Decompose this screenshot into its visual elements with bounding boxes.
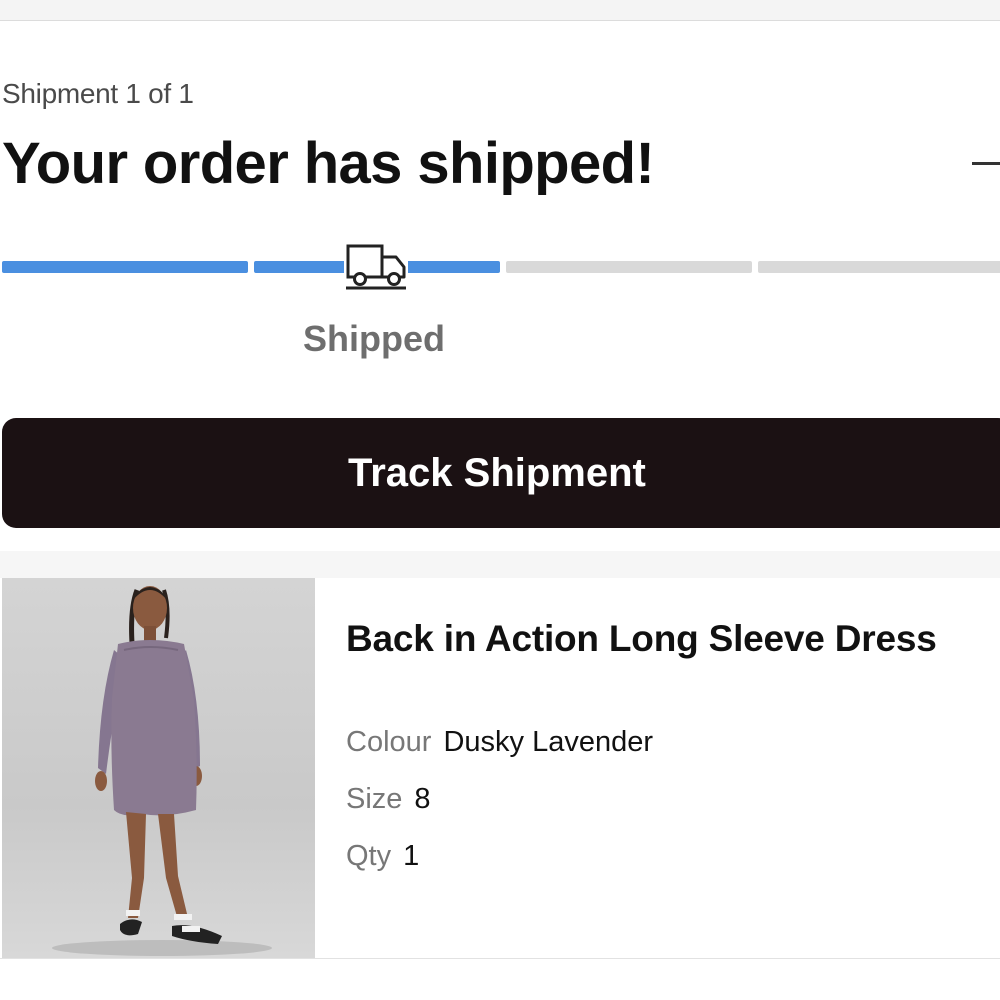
attribute-key: Colour — [346, 726, 432, 758]
order-status-page: Shipment 1 of 1 Your order has shipped! … — [0, 0, 1000, 1000]
track-shipment-button[interactable]: Track Shipment — [2, 418, 1000, 528]
product-name[interactable]: Back in Action Long Sleeve Dress — [346, 618, 937, 660]
minus-icon[interactable] — [972, 162, 1000, 165]
progress-segment-3 — [506, 261, 752, 273]
status-label: Shipped — [303, 318, 445, 359]
attribute-colour: Colour Dusky Lavender — [346, 726, 653, 759]
next-section — [0, 958, 1000, 1000]
section-gap — [0, 551, 1000, 578]
page-title: Your order has shipped! — [2, 131, 655, 196]
top-strip — [0, 0, 1000, 21]
attribute-value: 8 — [414, 783, 431, 815]
product-photo — [52, 586, 272, 956]
attribute-size: Size 8 — [346, 783, 431, 816]
order-item[interactable]: Back in Action Long Sleeve Dress Colour D… — [0, 578, 1000, 958]
product-image[interactable] — [2, 578, 315, 958]
attribute-key: Size — [346, 783, 403, 815]
attribute-value: 1 — [403, 840, 420, 872]
progress-segment-1 — [2, 261, 248, 273]
attribute-qty: Qty 1 — [346, 840, 419, 873]
attribute-key: Qty — [346, 840, 392, 872]
progress-segment-4 — [758, 261, 1000, 273]
shipment-count: Shipment 1 of 1 — [2, 78, 194, 109]
attribute-value: Dusky Lavender — [443, 726, 653, 758]
truck-icon — [344, 243, 408, 291]
